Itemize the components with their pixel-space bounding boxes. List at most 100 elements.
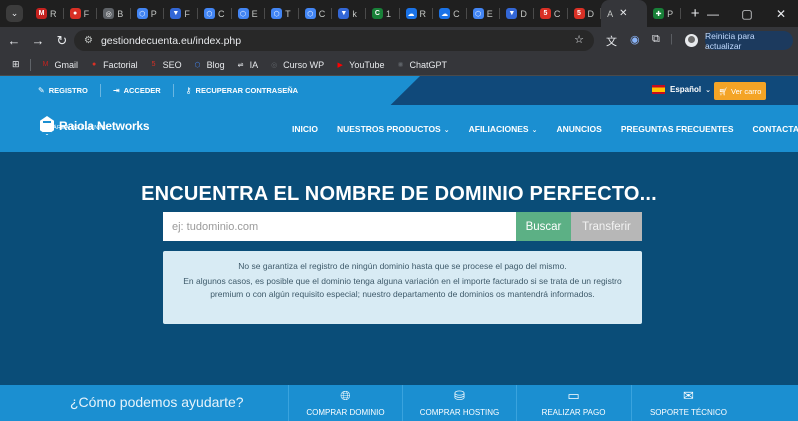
tab-title: D xyxy=(587,8,595,19)
quick-action-label: SOPORTE TÉCNICO xyxy=(649,408,728,417)
bookmark-label: Factorial xyxy=(103,59,138,70)
globe-icon: 🌐︎ xyxy=(340,388,351,403)
notice-line-2: En algunos casos, es posible que el domi… xyxy=(183,275,622,300)
browser-tab[interactable]: ⬡ E xyxy=(232,0,266,27)
tab-favicon-icon: ▼ xyxy=(338,8,350,19)
recover-password-link[interactable]: ⚷ RECUPERAR CONTRASEÑA xyxy=(186,86,298,95)
bookmark-label: Gmail xyxy=(54,59,79,70)
quick-action-label: COMPRAR DOMINIO xyxy=(306,408,385,417)
browser-tab[interactable]: 5C xyxy=(534,0,568,27)
bookmark-seo[interactable]: 5 SEO xyxy=(149,60,182,70)
register-link[interactable]: ✎ REGISTRO xyxy=(38,86,88,95)
quick-action-comprar-hosting[interactable]: ⛁ COMPRAR HOSTING xyxy=(402,385,516,421)
close-tab-icon[interactable]: ✕ xyxy=(619,8,627,19)
login-link[interactable]: ⇥ ACCEDER xyxy=(113,86,161,95)
tab-favicon-icon: M xyxy=(36,8,47,19)
bookmark-factorial[interactable]: ● Factorial xyxy=(89,60,138,70)
browser-tab[interactable]: ⬡ T xyxy=(265,0,299,27)
address-bar[interactable]: ⚙ gestiondecuenta.eu/index.php ☆ xyxy=(74,30,594,51)
account-links: ✎ REGISTRO ⇥ ACCEDER ⚷ RECUPERAR CONTRASEÑA xyxy=(0,76,420,105)
extensions-puzzle-icon[interactable]: ⧉ xyxy=(652,33,660,46)
browser-tab[interactable]: ✚ P xyxy=(647,0,681,27)
recover-password-label: RECUPERAR CONTRASEÑA xyxy=(195,86,299,95)
browser-tab[interactable]: ⬡ C xyxy=(299,0,333,27)
browser-tab[interactable]: MR xyxy=(30,0,64,27)
sign-in-icon: ⇥ xyxy=(112,86,120,95)
nav-item-afiliaciones[interactable]: AFILIACIONES ⌄ xyxy=(469,124,538,134)
tab-favicon-icon: ⬡ xyxy=(136,8,148,19)
tab-search-icon[interactable]: ⌄ xyxy=(6,5,23,22)
translate-icon[interactable]: 文 xyxy=(606,33,617,49)
bookmark-blog[interactable]: ⬡ Blog xyxy=(193,60,225,70)
page-title: ENCUENTRA EL NOMBRE DE DOMINIO PERFECTO.… xyxy=(141,183,657,205)
help-heading: ¿Cómo podemos ayudarte? xyxy=(70,394,244,410)
nav-item-contactar[interactable]: CONTACTAR xyxy=(753,124,798,134)
nav-item-anuncios[interactable]: ANUNCIOS xyxy=(556,124,601,134)
bookmark-ia[interactable]: ⇌ IA xyxy=(236,59,259,70)
browser-tab[interactable]: ☁ R xyxy=(400,0,434,27)
back-icon[interactable]: ← xyxy=(2,33,26,48)
bookmark-label: IA xyxy=(249,59,259,70)
site-header: Raiola Networks ÁREA DE CLIENTE INICIO NU… xyxy=(0,105,798,152)
tab-title: C xyxy=(318,8,326,19)
tab-title: E xyxy=(251,8,258,19)
minimize-icon[interactable]: — xyxy=(696,7,730,21)
window-controls: — ▢ ✕ xyxy=(696,0,798,27)
apps-grid-icon[interactable]: ⊞ xyxy=(12,59,20,70)
browser-tab-active[interactable]: A ✕ xyxy=(601,0,648,27)
factorial-icon: ● xyxy=(91,61,97,68)
site-info-icon[interactable]: ⚙ xyxy=(84,35,93,46)
transfer-button[interactable]: Transferir xyxy=(571,212,642,241)
bookmark-curso-wp[interactable]: ◎ Curso WP xyxy=(269,60,324,70)
extension-icon[interactable]: ◉ xyxy=(630,33,640,46)
login-label: ACCEDER xyxy=(123,86,161,95)
quick-action-realizar-pago[interactable]: ▭ REALIZAR PAGO xyxy=(516,385,630,421)
tabs: M R ● F ◎ B ⬡ P ▼ F ⬡ C ⬡ E ⬡ T ⬡ C ▼ k C 1 ☁ R ☁ C ⬡ E ▼ D 5 C 5 D A ✕ ✚ P xyxy=(30,0,681,27)
toolbar-divider: | xyxy=(670,33,673,45)
reload-icon[interactable]: ↻ xyxy=(50,33,74,49)
bookmark-star-icon[interactable]: ☆ xyxy=(574,33,584,46)
browser-tab[interactable]: ● F xyxy=(64,0,98,27)
blog-icon: ⬡ xyxy=(194,61,201,69)
browser-tab[interactable]: C1 xyxy=(366,0,400,27)
nav-item-inicio[interactable]: INICIO xyxy=(292,124,318,134)
browser-tab[interactable]: ▼ D xyxy=(500,0,534,27)
profile-avatar[interactable] xyxy=(685,34,698,47)
browser-tab[interactable]: 5D xyxy=(568,0,602,27)
tab-title: R xyxy=(50,8,57,19)
tab-title: C xyxy=(553,8,561,19)
bookmark-youtube[interactable]: ▶ YouTube xyxy=(335,60,384,70)
browser-tab[interactable]: ⬡ E xyxy=(467,0,501,27)
topbar-divider xyxy=(172,84,174,97)
maximize-icon[interactable]: ▢ xyxy=(730,7,764,21)
tab-title: R xyxy=(419,8,427,19)
tab-title: F xyxy=(184,8,190,19)
forward-icon[interactable]: → xyxy=(26,33,50,48)
nav-item-label: INICIO xyxy=(292,123,318,134)
chevrons-down-icon: ⌄ xyxy=(705,86,711,94)
browser-tab[interactable]: ☁ C xyxy=(433,0,467,27)
update-button[interactable]: Reinicia para actualizar xyxy=(705,31,793,51)
view-cart-button[interactable]: 🛒︎ Ver carro xyxy=(714,82,766,100)
browser-tab[interactable]: ▼ F xyxy=(164,0,198,27)
browser-tab[interactable]: ◎ B xyxy=(97,0,131,27)
language-selector[interactable]: Español ⌄ xyxy=(652,85,711,94)
close-window-icon[interactable]: ✕ xyxy=(764,7,798,21)
quick-action-soporte-técnico[interactable]: ✉ SOPORTE TÉCNICO xyxy=(631,385,745,421)
bookmark-list: M Gmail ● Factorial 5 SEO ⬡ Blog ⇌ IA ◎ Curso WP ▶ Yo… xyxy=(41,60,458,70)
domain-search-input[interactable] xyxy=(163,212,516,241)
nav-item-preguntas-frecuentes[interactable]: PREGUNTAS FRECUENTES xyxy=(621,124,734,134)
bookmark-gmail[interactable]: M Gmail xyxy=(41,59,79,70)
bookmark-chatgpt[interactable]: ✺ ChatGPT xyxy=(396,60,447,70)
nav-item-nuestros-productos[interactable]: NUESTROS PRODUCTOS ⌄ xyxy=(337,124,450,134)
browser-tab[interactable]: ⬡ C xyxy=(198,0,232,27)
tab-favicon-icon: ⬡ xyxy=(304,8,316,19)
browser-tab[interactable]: ⬡ P xyxy=(131,0,165,27)
quick-action-comprar-dominio[interactable]: 🌐︎ COMPRAR DOMINIO xyxy=(288,385,402,421)
browser-tab[interactable]: ▼ k xyxy=(332,0,366,27)
tab-favicon-icon: ● xyxy=(69,8,81,19)
search-button[interactable]: Buscar xyxy=(516,212,571,241)
address-url[interactable]: gestiondecuenta.eu/index.php xyxy=(101,35,241,47)
domain-search: Buscar Transferir xyxy=(163,212,642,241)
tab-title: D xyxy=(520,8,527,19)
